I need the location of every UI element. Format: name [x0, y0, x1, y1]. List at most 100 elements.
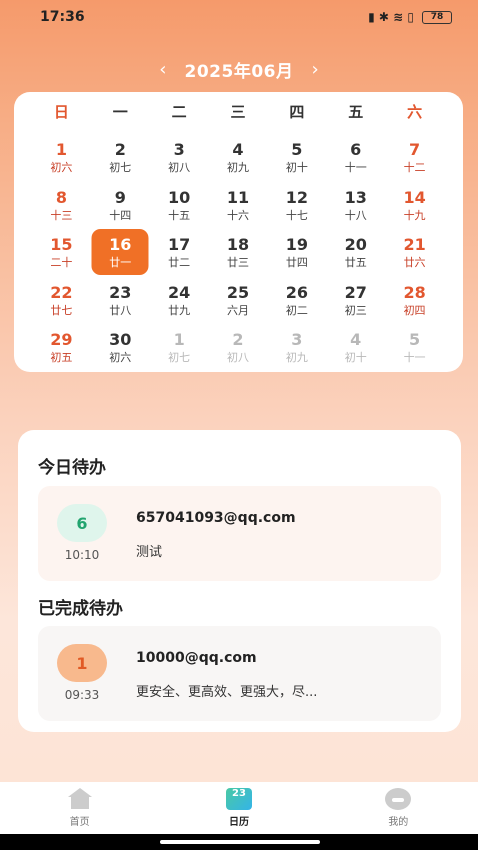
- lunar-date: 初五: [50, 351, 73, 364]
- calendar-day[interactable]: 11 十六: [209, 184, 268, 232]
- lunar-date: 廿八: [109, 303, 132, 317]
- lunar-date: 廿九: [168, 303, 191, 317]
- calendar-day[interactable]: 18 廿三: [209, 231, 268, 279]
- calendar-day[interactable]: 4 初十: [326, 326, 385, 374]
- home-indicator[interactable]: [160, 840, 320, 844]
- todo-time: 10:10: [64, 548, 100, 562]
- todo-email: 657041093@qq.com: [136, 510, 296, 526]
- calendar-day[interactable]: 9 十四: [91, 184, 150, 232]
- lunar-date: 初六: [50, 161, 73, 174]
- calendar-day[interactable]: 3 初九: [267, 326, 326, 374]
- calendar-day[interactable]: 19 廿四: [267, 231, 326, 279]
- calendar-day[interactable]: 10 十五: [150, 184, 209, 232]
- done-todo-item[interactable]: 1 09:33 10000@qq.com 更安全、更高效、更强大，尽...: [38, 626, 441, 721]
- lunar-date: 初八: [168, 161, 191, 174]
- calendar-day[interactable]: 21 廿六: [385, 231, 444, 279]
- weekday-tue: 二: [171, 103, 187, 121]
- calendar-day[interactable]: 26 初二: [267, 279, 326, 327]
- calendar-day[interactable]: 30 初六: [91, 326, 150, 374]
- day-number: 25: [226, 282, 250, 302]
- lunar-date: 十三: [50, 208, 73, 222]
- prev-month-chevron-icon[interactable]: ‹: [159, 59, 166, 80]
- calendar-day[interactable]: 28 初四: [385, 279, 444, 327]
- calendar-day[interactable]: 8 十三: [32, 184, 91, 232]
- lunar-date: 十四: [109, 208, 132, 222]
- lunar-date: 十二: [403, 161, 426, 174]
- day-number: 23: [109, 282, 132, 302]
- tab-calendar[interactable]: 23 日历: [159, 782, 318, 834]
- profile-icon: [385, 788, 412, 810]
- calendar-day[interactable]: 6 十一: [326, 136, 385, 184]
- lunar-date: 初三: [344, 303, 367, 317]
- next-month-chevron-icon[interactable]: ›: [311, 59, 318, 80]
- bottom-tab-bar: 首页 23 日历 我的: [0, 782, 478, 834]
- calendar-day[interactable]: 13 十八: [326, 184, 385, 232]
- battery-icon: 78: [422, 10, 452, 24]
- lunar-date: 十一: [403, 351, 426, 364]
- lunar-date: 六月: [226, 303, 249, 317]
- calendar-day[interactable]: 5 初十: [267, 136, 326, 184]
- day-number: 24: [168, 282, 191, 302]
- calendar-day[interactable]: 22 廿七: [32, 279, 91, 327]
- calendar-day[interactable]: 14 十九: [385, 184, 444, 232]
- calendar-day[interactable]: 1 初六: [32, 136, 91, 184]
- lunar-date: 初七: [168, 351, 191, 364]
- today-todo-item[interactable]: 6 10:10 657041093@qq.com 测试: [38, 486, 441, 581]
- calendar-day[interactable]: 12 十七: [267, 184, 326, 232]
- todo-card: 今日待办 6 10:10 657041093@qq.com 测试 已完成待办 1…: [18, 430, 461, 732]
- day-number: 15: [50, 235, 73, 254]
- day-number: 26: [285, 282, 308, 302]
- todo-email: 10000@qq.com: [136, 650, 257, 666]
- lunar-date: 廿六: [403, 256, 426, 269]
- day-number: 19: [285, 235, 308, 254]
- lunar-date: 廿二: [168, 256, 191, 269]
- calendar-days-grid: 1 初六 2 初七 3 初八 4 初九 5 初十 6 十一 7 十二 8 十三 9 十四 10 十五 11 十六 12 十七 1…: [32, 136, 444, 374]
- calendar-day[interactable]: 5 十一: [385, 326, 444, 374]
- lunar-date: 十五: [168, 208, 191, 222]
- day-number: 13: [344, 187, 367, 207]
- day-number: 6: [350, 140, 362, 159]
- lunar-date: 初八: [226, 351, 249, 364]
- calendar-day[interactable]: 4 初九: [209, 136, 268, 184]
- calendar-day[interactable]: 25 六月: [209, 279, 268, 327]
- lunar-date: 十七: [285, 208, 308, 222]
- lunar-date: 初二: [285, 303, 308, 317]
- calendar-day[interactable]: 2 初七: [91, 136, 150, 184]
- month-title[interactable]: 2025年06月: [185, 57, 294, 82]
- day-number: 4: [232, 140, 244, 159]
- today-todo-title: 今日待办: [38, 458, 106, 478]
- lunar-date: 十六: [226, 208, 249, 222]
- lunar-date: 十八: [344, 208, 367, 222]
- tab-home[interactable]: 首页: [0, 782, 159, 834]
- day-number: 30: [109, 330, 132, 349]
- tab-mine-label: 我的: [388, 817, 409, 828]
- calendar-icon: 23: [225, 788, 252, 810]
- day-number: 22: [50, 282, 73, 302]
- calendar-day[interactable]: 15 二十: [32, 231, 91, 279]
- weekday-wed: 三: [230, 103, 246, 121]
- day-number: 20: [344, 235, 367, 254]
- lunar-date: 十一: [344, 161, 367, 174]
- lunar-date: 初九: [285, 351, 308, 364]
- calendar-day[interactable]: 23 廿八: [91, 279, 150, 327]
- calendar-day-selected[interactable]: 16 廿一: [91, 231, 150, 279]
- day-number: 2: [232, 330, 244, 349]
- lunar-date: 廿三: [226, 256, 249, 269]
- calendar-day[interactable]: 27 初三: [326, 279, 385, 327]
- day-number: 1: [55, 140, 67, 159]
- system-status-icons: ▮ ✱ ≋ ▯: [368, 10, 414, 24]
- calendar-day[interactable]: 20 廿五: [326, 231, 385, 279]
- calendar-day[interactable]: 24 廿九: [150, 279, 209, 327]
- calendar-day[interactable]: 3 初八: [150, 136, 209, 184]
- calendar-day[interactable]: 2 初八: [209, 326, 268, 374]
- day-number: 18: [226, 235, 250, 254]
- calendar-day[interactable]: 17 廿二: [150, 231, 209, 279]
- day-number: 11: [226, 187, 250, 207]
- calendar-day[interactable]: 1 初七: [150, 326, 209, 374]
- day-number: 12: [285, 187, 308, 207]
- day-number: 7: [409, 140, 421, 159]
- calendar-day[interactable]: 29 初五: [32, 326, 91, 374]
- tab-mine[interactable]: 我的: [319, 782, 478, 834]
- day-number: 17: [168, 235, 191, 254]
- calendar-day[interactable]: 7 十二: [385, 136, 444, 184]
